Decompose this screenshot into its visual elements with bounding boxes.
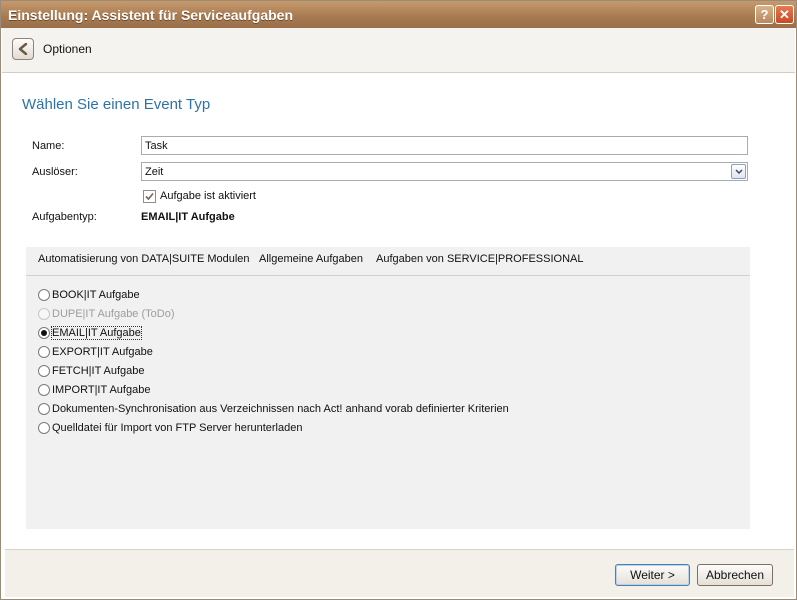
footer: Weiter > Abbrechen <box>5 549 794 597</box>
radio-label-email[interactable]: EMAIL|IT Aufgabe <box>51 326 142 340</box>
wizard-window: Einstellung: Assistent für Serviceaufgab… <box>0 0 797 600</box>
name-label: Name: <box>32 140 65 152</box>
radio-label-book[interactable]: BOOK|IT Aufgabe <box>52 289 140 301</box>
trigger-select[interactable]: Zeit <box>141 162 748 181</box>
chevron-down-icon <box>735 169 743 175</box>
tab-panel: Automatisierung von DATA|SUITE Modulen A… <box>26 247 750 529</box>
radio-selected-dot <box>41 330 47 336</box>
radio-ftp-download[interactable] <box>38 422 50 434</box>
tab-strip: Automatisierung von DATA|SUITE Modulen A… <box>26 247 750 276</box>
nav-label: Optionen <box>43 42 92 56</box>
close-button[interactable]: ✕ <box>775 5 794 24</box>
radio-label-dupe: DUPE|IT Aufgabe (ToDo) <box>52 308 175 320</box>
tab-service-professional[interactable]: Aufgaben von SERVICE|PROFESSIONAL <box>376 253 583 265</box>
radio-label-import[interactable]: IMPORT|IT Aufgabe <box>52 384 150 396</box>
radio-label-ftp-download[interactable]: Quelldatei für Import von FTP Server her… <box>52 422 302 434</box>
radio-fetch[interactable] <box>38 365 50 377</box>
next-button[interactable]: Weiter > <box>615 564 690 586</box>
radio-label-export[interactable]: EXPORT|IT Aufgabe <box>52 346 153 358</box>
dropdown-button[interactable] <box>731 164 746 179</box>
radio-dupe <box>38 308 50 320</box>
content-area: Wählen Sie einen Event Typ Name: Task Au… <box>5 73 794 548</box>
active-checkbox-label[interactable]: Aufgabe ist aktiviert <box>160 190 256 202</box>
title-bar[interactable]: Einstellung: Assistent für Serviceaufgab… <box>1 1 796 28</box>
radio-label-document-sync[interactable]: Dokumenten-Synchronisation aus Verzeichn… <box>52 403 509 415</box>
radio-document-sync[interactable] <box>38 403 50 415</box>
chevron-left-icon <box>18 43 28 55</box>
window-title: Einstellung: Assistent für Serviceaufgab… <box>8 7 293 23</box>
radio-book[interactable] <box>38 289 50 301</box>
trigger-label: Auslöser: <box>32 166 78 178</box>
page-title: Wählen Sie einen Event Typ <box>22 96 211 113</box>
tab-general[interactable]: Allgemeine Aufgaben <box>259 253 363 265</box>
checkmark-icon <box>145 192 154 201</box>
active-checkbox[interactable] <box>143 190 156 203</box>
name-field[interactable]: Task <box>141 136 748 155</box>
tab-automation[interactable]: Automatisierung von DATA|SUITE Modulen <box>38 253 250 265</box>
radio-label-fetch[interactable]: FETCH|IT Aufgabe <box>52 365 145 377</box>
nav-bar: Optionen <box>2 28 795 73</box>
task-type-label: Aufgabentyp: <box>32 211 97 223</box>
trigger-value: Zeit <box>145 166 164 178</box>
task-type-value: EMAIL|IT Aufgabe <box>141 211 235 223</box>
cancel-button[interactable]: Abbrechen <box>697 564 773 586</box>
radio-import[interactable] <box>38 384 50 396</box>
radio-export[interactable] <box>38 346 50 358</box>
back-button[interactable] <box>12 38 34 60</box>
radio-email[interactable] <box>38 327 50 339</box>
help-button[interactable]: ? <box>755 5 774 24</box>
